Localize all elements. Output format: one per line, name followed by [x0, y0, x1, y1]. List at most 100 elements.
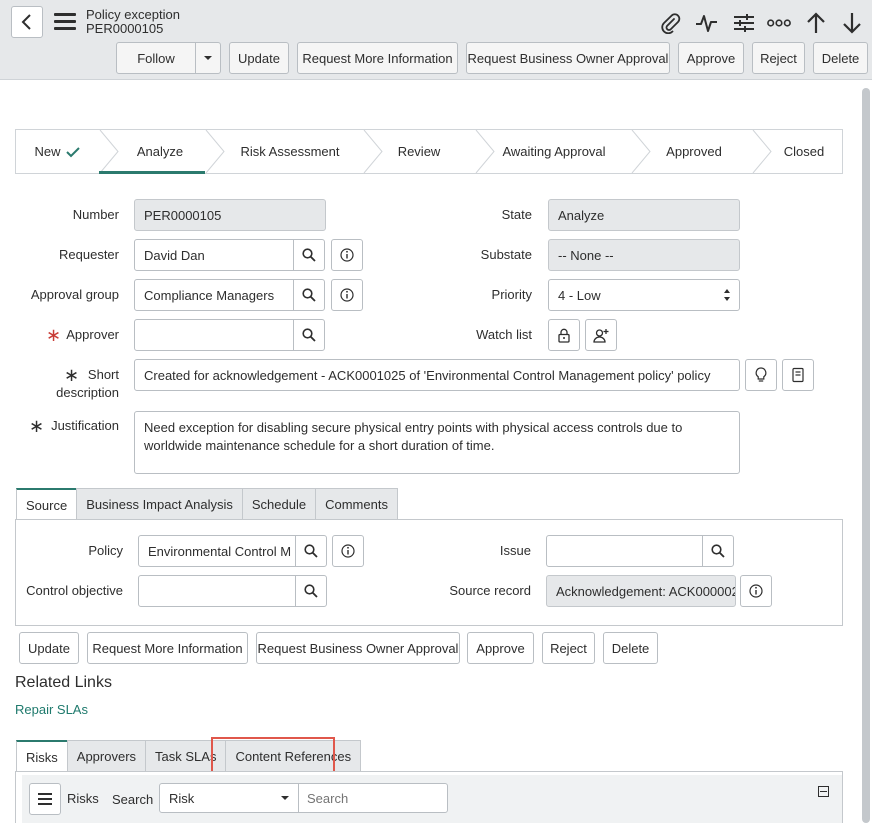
- bottom-update-button[interactable]: Update: [19, 632, 79, 664]
- form-header: Policy exception PER0000105 Follow Updat…: [0, 0, 872, 80]
- search-icon: [302, 328, 316, 342]
- flow-step-closed: Closed: [783, 144, 825, 159]
- justification-field[interactable]: Need exception for disabling secure phys…: [134, 411, 740, 474]
- flow-separator: [475, 130, 495, 173]
- info-icon: [340, 248, 354, 262]
- tab-business-impact-analysis[interactable]: Business Impact Analysis: [76, 488, 243, 519]
- short-description-field[interactable]: Created for acknowledgement - ACK0001025…: [134, 359, 740, 391]
- search-field-select[interactable]: Risk: [159, 783, 299, 813]
- hamburger-icon[interactable]: [54, 13, 76, 31]
- issue-label: Issue: [499, 543, 531, 558]
- issue-field[interactable]: [546, 535, 704, 567]
- policy-field[interactable]: Environmental Control M: [138, 535, 296, 567]
- approval-group-info-button[interactable]: [331, 279, 363, 311]
- issue-lookup-button[interactable]: [702, 535, 734, 567]
- scrollbar[interactable]: [862, 88, 870, 823]
- source-record-field: Acknowledgement: ACK000002: [546, 575, 736, 607]
- search-icon: [304, 584, 318, 598]
- collapse-icon[interactable]: [818, 786, 829, 797]
- paperclip-icon[interactable]: [658, 11, 682, 35]
- tab-risks[interactable]: Risks: [16, 740, 68, 772]
- flow-step-risk-assessment: Risk Assessment: [240, 144, 340, 159]
- request-business-owner-approval-button[interactable]: Request Business Owner Approval: [466, 42, 670, 74]
- request-more-info-button[interactable]: Request More Information: [297, 42, 458, 74]
- bottom-reject-button[interactable]: Reject: [542, 632, 595, 664]
- activity-icon[interactable]: [695, 11, 719, 35]
- hamburger-icon: [38, 793, 52, 805]
- bottom-request-business-owner-approval-button[interactable]: Request Business Owner Approval: [256, 632, 460, 664]
- policy-info-button[interactable]: [332, 535, 364, 567]
- flow-step-approved: Approved: [666, 144, 722, 159]
- state-field: Analyze: [548, 199, 740, 231]
- control-objective-label: Control objective: [26, 583, 123, 598]
- tab-comments[interactable]: Comments: [315, 488, 398, 519]
- tab-schedule[interactable]: Schedule: [241, 488, 317, 519]
- number-label: Number: [72, 207, 119, 222]
- priority-select[interactable]: 4 - Low: [548, 279, 740, 311]
- search-input[interactable]: [298, 783, 448, 813]
- source-record-info-button[interactable]: [740, 575, 772, 607]
- list-menu-button[interactable]: [29, 783, 61, 815]
- suggestion-button[interactable]: [745, 359, 777, 391]
- policy-label: Policy: [88, 543, 123, 558]
- list-title: Risks: [67, 791, 99, 806]
- update-button[interactable]: Update: [229, 42, 289, 74]
- related-links-title: Related Links: [15, 674, 112, 691]
- short-description-label-line2: description: [56, 385, 119, 400]
- flow-separator: [363, 130, 383, 173]
- lock-icon: [558, 328, 570, 343]
- repair-slas-link[interactable]: Repair SLAs: [15, 702, 88, 717]
- book-icon: [792, 367, 804, 383]
- follow-dropdown-button[interactable]: [195, 42, 221, 74]
- flow-separator: [205, 130, 225, 173]
- requester-lookup-button[interactable]: [293, 239, 325, 271]
- delete-button[interactable]: Delete: [813, 42, 868, 74]
- approver-lookup-button[interactable]: [293, 319, 325, 351]
- related-list-toolbar: Risks Search Risk: [22, 775, 842, 823]
- bottom-approve-button[interactable]: Approve: [467, 632, 534, 664]
- approval-group-lookup-button[interactable]: [293, 279, 325, 311]
- more-icon[interactable]: [767, 11, 791, 35]
- approve-button[interactable]: Approve: [678, 42, 744, 74]
- tab-approvers[interactable]: Approvers: [66, 740, 147, 771]
- search-icon: [711, 544, 725, 558]
- flow-separator: [752, 130, 772, 173]
- control-objective-lookup-button[interactable]: [295, 575, 327, 607]
- follow-button[interactable]: Follow: [116, 42, 196, 74]
- approver-field[interactable]: [134, 319, 294, 351]
- priority-value: 4 - Low: [558, 287, 601, 303]
- arrow-down-icon[interactable]: [840, 11, 864, 35]
- back-button[interactable]: [11, 6, 43, 38]
- requester-label: Requester: [59, 247, 119, 262]
- policy-lookup-button[interactable]: [295, 535, 327, 567]
- short-description-label-line1: Short: [87, 367, 119, 382]
- search-icon: [302, 288, 316, 302]
- record-type: Policy exception: [86, 7, 180, 22]
- priority-label: Priority: [491, 287, 532, 302]
- requester-info-button[interactable]: [331, 239, 363, 271]
- requester-field[interactable]: David Dan: [134, 239, 294, 271]
- watch-list-lock-button[interactable]: [548, 319, 580, 351]
- bottom-request-more-info-button[interactable]: Request More Information: [87, 632, 248, 664]
- bottom-delete-button[interactable]: Delete: [603, 632, 658, 664]
- approval-group-label: Approval group: [30, 287, 119, 302]
- tab-source[interactable]: Source: [16, 488, 78, 520]
- control-objective-field[interactable]: [138, 575, 296, 607]
- watch-list-add-me-button[interactable]: [585, 319, 617, 351]
- arrow-up-icon[interactable]: [804, 11, 828, 35]
- checkmark-icon: [65, 146, 80, 157]
- required-marker: ∗: [64, 365, 80, 385]
- select-arrows-icon: [724, 289, 730, 301]
- flow-step-analyze: Analyze: [136, 144, 184, 159]
- search-label: Search: [112, 792, 154, 807]
- reject-button[interactable]: Reject: [752, 42, 805, 74]
- templates-button[interactable]: [782, 359, 814, 391]
- flow-step-new: New: [16, 130, 98, 173]
- search-field-value: Risk: [169, 790, 195, 806]
- search-icon: [304, 544, 318, 558]
- flow-separator: [631, 130, 651, 173]
- approver-label: Approver: [66, 327, 119, 342]
- approval-group-field[interactable]: Compliance Managers: [134, 279, 294, 311]
- sliders-icon[interactable]: [732, 11, 756, 35]
- info-icon: [749, 584, 763, 598]
